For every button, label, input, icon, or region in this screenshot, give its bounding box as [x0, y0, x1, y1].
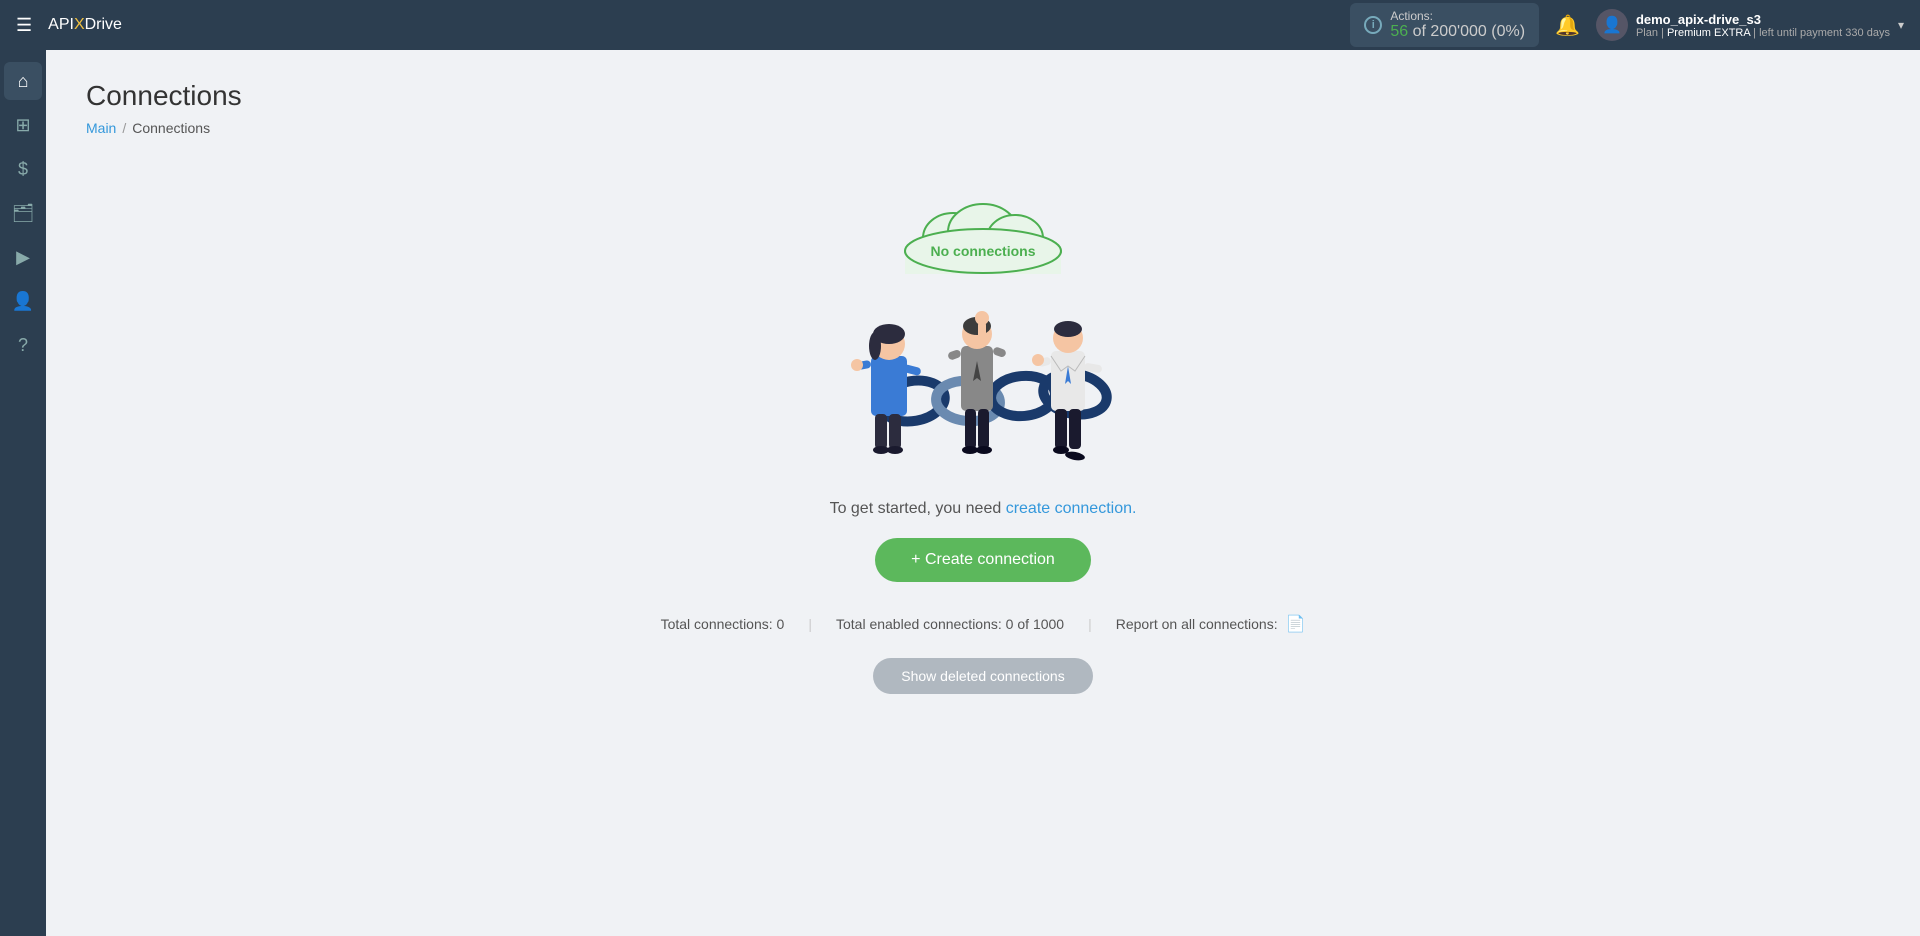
user-section[interactable]: 👤 demo_apix-drive_s3 Plan | Premium EXTR… [1596, 9, 1904, 41]
stats-row: Total connections: 0 | Total enabled con… [661, 614, 1306, 634]
sidebar-item-dashboard[interactable]: ⊞ [4, 106, 42, 144]
dashboard-icon: ⊞ [15, 115, 30, 136]
report-icon[interactable]: 📄 [1286, 616, 1306, 633]
logo-x: X [74, 16, 85, 34]
navbar-left: ☰ APIXDrive [16, 15, 122, 36]
actions-percent: (0%) [1491, 23, 1525, 40]
media-icon: ▶ [16, 247, 30, 268]
sidebar-item-billing[interactable]: $ [4, 150, 42, 188]
main-content: Connections Main / Connections [46, 50, 1920, 936]
layout: ⌂ ⊞ $ 🗂 ▶ 👤 ? Connections Main / Connect… [0, 50, 1920, 936]
sidebar-item-profile[interactable]: 👤 [4, 282, 42, 320]
sidebar-item-help[interactable]: ? [4, 326, 42, 364]
navbar-right: i Actions: 56 of 200'000 (0%) 🔔 👤 demo_a… [1350, 3, 1904, 47]
total-enabled-value: 0 [1006, 616, 1014, 632]
sidebar-item-home[interactable]: ⌂ [4, 62, 42, 100]
total-enabled: Total enabled connections: 0 of 1000 [836, 616, 1064, 632]
create-connection-link[interactable]: create connection. [1006, 500, 1137, 517]
actions-box[interactable]: i Actions: 56 of 200'000 (0%) [1350, 3, 1539, 47]
total-connections-value: 0 [777, 616, 785, 632]
profile-icon: 👤 [12, 291, 34, 312]
total-connections: Total connections: 0 [661, 616, 785, 632]
chevron-down-icon: ▾ [1898, 18, 1904, 32]
home-icon: ⌂ [18, 71, 29, 92]
help-icon: ? [18, 335, 28, 356]
report: Report on all connections: 📄 [1116, 614, 1306, 634]
user-plan: Plan | Premium EXTRA | left until paymen… [1636, 27, 1890, 39]
total-enabled-max: 1000 [1033, 616, 1064, 632]
hamburger-menu[interactable]: ☰ [16, 15, 32, 36]
illustration: No connections [793, 196, 1173, 476]
breadcrumb-current: Connections [132, 120, 210, 136]
user-avatar: 👤 [1596, 9, 1628, 41]
breadcrumb-separator: / [122, 120, 126, 136]
create-connection-button[interactable]: + Create connection [875, 538, 1091, 582]
actions-total: 200'000 [1430, 23, 1486, 40]
svg-text:No connections: No connections [930, 243, 1035, 259]
total-connections-label: Total connections: [661, 616, 773, 632]
user-info: demo_apix-drive_s3 Plan | Premium EXTRA … [1636, 12, 1890, 39]
actions-current: 56 [1390, 23, 1408, 40]
info-text-before: To get started, you need [830, 500, 1002, 517]
info-text: To get started, you need create connecti… [830, 500, 1137, 518]
actions-of: of [1413, 23, 1431, 40]
user-name: demo_apix-drive_s3 [1636, 12, 1890, 27]
page-title: Connections [86, 80, 1880, 112]
total-enabled-of: of [1017, 616, 1029, 632]
logo-api: API [48, 16, 74, 34]
breadcrumb-main[interactable]: Main [86, 120, 116, 136]
logo-drive: Drive [85, 16, 122, 34]
stats-separator2: | [1088, 616, 1092, 632]
total-enabled-label: Total enabled connections: [836, 616, 1002, 632]
avatar-icon: 👤 [1602, 15, 1622, 35]
center-content: No connections [86, 176, 1880, 714]
sidebar: ⌂ ⊞ $ 🗂 ▶ 👤 ? [0, 50, 46, 936]
cloud-svg: No connections [893, 196, 1073, 276]
actions-text: Actions: 56 of 200'000 (0%) [1390, 9, 1525, 41]
billing-icon: $ [18, 159, 28, 180]
people-illustration [813, 266, 1153, 476]
bell-icon[interactable]: 🔔 [1555, 13, 1580, 38]
logo: APIXDrive [48, 16, 122, 34]
show-deleted-button[interactable]: Show deleted connections [873, 658, 1092, 694]
actions-value: 56 of 200'000 (0%) [1390, 23, 1525, 41]
report-label: Report on all connections: [1116, 616, 1278, 632]
info-icon: i [1364, 16, 1382, 34]
actions-label: Actions: [1390, 9, 1525, 23]
apps-icon: 🗂 [12, 203, 35, 224]
navbar: ☰ APIXDrive i Actions: 56 of 200'000 (0%… [0, 0, 1920, 50]
sidebar-item-apps[interactable]: 🗂 [4, 194, 42, 232]
breadcrumb: Main / Connections [86, 120, 1880, 136]
stats-separator1: | [808, 616, 812, 632]
sidebar-item-media[interactable]: ▶ [4, 238, 42, 276]
